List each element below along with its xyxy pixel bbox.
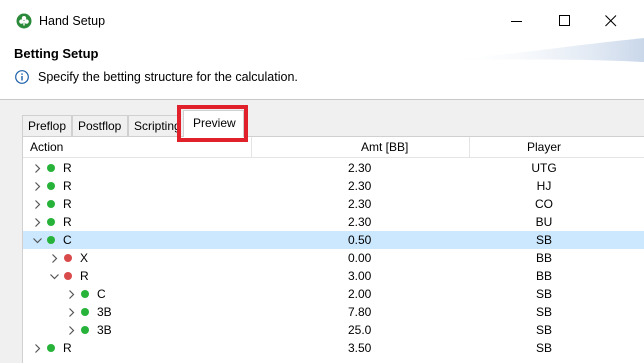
maximize-icon	[559, 15, 570, 26]
player-cell: HJ	[536, 179, 552, 193]
action-cell: C	[97, 287, 106, 301]
player-cell: CO	[535, 197, 553, 211]
info-icon	[15, 70, 29, 84]
action-cell: R	[80, 269, 89, 283]
chevron-right-icon[interactable]	[33, 218, 42, 227]
column-header-amount[interactable]: Amt [BB]	[361, 140, 408, 154]
action-cell: R	[63, 197, 72, 211]
column-header-player[interactable]: Player	[527, 140, 561, 154]
chevron-right-icon[interactable]	[50, 254, 59, 263]
table-row[interactable]: R 2.30 BU	[23, 213, 644, 231]
close-button[interactable]	[595, 9, 627, 33]
chevron-right-icon[interactable]	[33, 182, 42, 191]
amount-cell: 0.00	[348, 251, 372, 265]
maximize-button[interactable]	[549, 9, 581, 33]
chevron-right-icon[interactable]	[33, 344, 42, 353]
banner-message: Specify the betting structure for the ca…	[38, 70, 298, 84]
table-header: Action Amt [BB] Player	[23, 137, 644, 158]
table-row[interactable]: X 0.00 BB	[23, 249, 644, 267]
amount-cell: 2.30	[348, 197, 372, 211]
action-cell: X	[80, 251, 89, 265]
action-cell: 3B	[97, 305, 112, 319]
action-cell: R	[63, 341, 72, 355]
status-dot-icon	[47, 218, 55, 226]
tab-area: Preflop Postflop Scripting Preview Actio…	[0, 100, 644, 363]
player-cell: SB	[535, 341, 552, 355]
minimize-button[interactable]	[501, 9, 533, 33]
chevron-right-icon[interactable]	[33, 200, 42, 209]
hand-setup-window: Hand Setup Betting Setup Specify the bet…	[0, 0, 644, 363]
tab-scripting[interactable]: Scripting	[128, 115, 180, 136]
banner-decoration	[444, 38, 644, 62]
status-dot-icon	[81, 326, 89, 334]
amount-cell: 3.50	[348, 341, 372, 355]
action-cell: R	[63, 215, 72, 229]
chevron-down-icon[interactable]	[33, 236, 42, 245]
status-dot-icon	[64, 272, 72, 280]
column-divider[interactable]	[469, 137, 470, 157]
amount-cell: 2.00	[348, 287, 372, 301]
amount-cell: 25.0	[348, 323, 372, 337]
tab-postflop[interactable]: Postflop	[72, 115, 128, 136]
header-banner: Betting Setup Specify the betting struct…	[0, 38, 644, 100]
table-row[interactable]: C 0.50 SB	[23, 231, 644, 249]
preview-tab-highlight	[177, 105, 248, 142]
tab-preflop[interactable]: Preflop	[22, 115, 72, 136]
status-dot-icon	[47, 200, 55, 208]
status-dot-icon	[47, 164, 55, 172]
table-row[interactable]: 3B 25.0 SB	[23, 321, 644, 339]
table-row[interactable]: 3B 7.80 SB	[23, 303, 644, 321]
amount-cell: 3.00	[348, 269, 372, 283]
title-bar: Hand Setup	[0, 0, 644, 40]
status-dot-icon	[81, 308, 89, 316]
player-cell: SB	[535, 323, 552, 337]
column-divider[interactable]	[251, 137, 252, 157]
window-title: Hand Setup	[39, 14, 106, 28]
amount-cell: 2.30	[348, 179, 372, 193]
amount-cell: 2.30	[348, 161, 372, 175]
minimize-icon	[511, 21, 522, 22]
chevron-down-icon[interactable]	[50, 272, 59, 281]
amount-cell: 7.80	[348, 305, 372, 319]
action-cell: 3B	[97, 323, 112, 337]
player-cell: BB	[535, 269, 552, 283]
player-cell: BB	[535, 251, 552, 265]
action-cell: R	[63, 179, 72, 193]
close-icon	[605, 15, 617, 27]
amount-cell: 2.30	[348, 215, 372, 229]
table-row[interactable]: C 2.00 SB	[23, 285, 644, 303]
table-row[interactable]: R 2.30 CO	[23, 195, 644, 213]
chevron-right-icon[interactable]	[67, 326, 76, 335]
chevron-right-icon[interactable]	[33, 164, 42, 173]
player-cell: UTG	[531, 161, 557, 175]
chevron-right-icon[interactable]	[67, 308, 76, 317]
table-row[interactable]: R 2.30 HJ	[23, 177, 644, 195]
club-icon	[16, 13, 32, 29]
player-cell: SB	[535, 287, 552, 301]
preview-panel: Action Amt [BB] Player R 2.30 UTG R 2.30 HJ R 2…	[22, 136, 644, 363]
table-row[interactable]: R 2.30 UTG	[23, 159, 644, 177]
column-header-action[interactable]: Action	[30, 140, 63, 154]
status-dot-icon	[47, 182, 55, 190]
action-cell: R	[63, 161, 72, 175]
player-cell: SB	[535, 233, 552, 247]
player-cell: BU	[535, 215, 553, 229]
status-dot-icon	[81, 290, 89, 298]
page-title: Betting Setup	[14, 46, 99, 61]
status-dot-icon	[47, 344, 55, 352]
table-row[interactable]: R 3.00 BB	[23, 267, 644, 285]
status-dot-icon	[64, 254, 72, 262]
player-cell: SB	[535, 305, 552, 319]
table-row[interactable]: R 3.50 SB	[23, 339, 644, 357]
action-cell: C	[63, 233, 72, 247]
status-dot-icon	[47, 236, 55, 244]
amount-cell: 0.50	[348, 233, 372, 247]
chevron-right-icon[interactable]	[67, 290, 76, 299]
